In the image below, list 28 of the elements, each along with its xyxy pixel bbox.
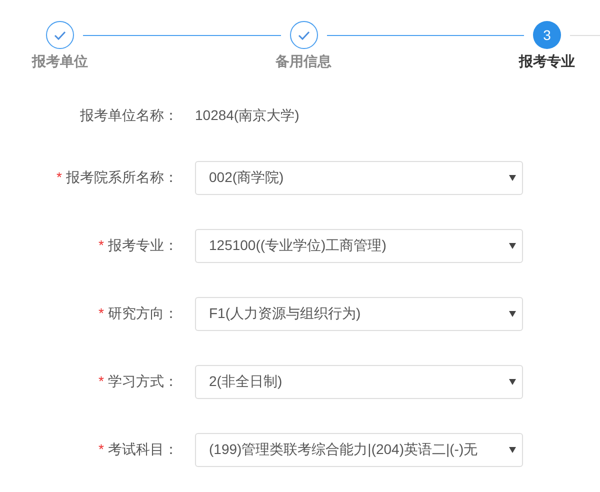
- field-label: 考试科目：: [108, 441, 178, 457]
- field-label: 报考单位名称：: [80, 107, 178, 123]
- required-mark: *: [56, 169, 62, 185]
- caret-icon: [509, 311, 516, 317]
- caret-icon: [509, 243, 516, 249]
- field-value: 10284(南京大学): [195, 107, 300, 125]
- step-label[interactable]: 备用信息: [276, 53, 332, 71]
- required-mark: *: [98, 305, 104, 321]
- field-label: 报考专业：: [108, 237, 178, 253]
- select-field[interactable]: (199)管理类联考综合能力|(204)英语二|(-)无: [195, 433, 523, 467]
- step-label[interactable]: 报考单位: [32, 53, 88, 71]
- field-label: 研究方向：: [108, 305, 178, 321]
- step-number: 3: [533, 21, 561, 49]
- required-mark: *: [98, 237, 104, 253]
- select-field[interactable]: 2(非全日制): [195, 365, 523, 399]
- required-mark: *: [98, 441, 104, 457]
- check-icon: [298, 30, 310, 40]
- select-field[interactable]: 002(商学院): [195, 161, 523, 195]
- check-icon: [54, 30, 66, 40]
- select-field[interactable]: 125100((专业学位)工商管理): [195, 229, 523, 263]
- required-mark: *: [98, 373, 104, 389]
- caret-icon: [509, 175, 516, 181]
- field-label: 学习方式：: [108, 373, 178, 389]
- caret-icon: [509, 447, 516, 453]
- step-label[interactable]: 报考专业: [519, 53, 575, 71]
- caret-icon: [509, 379, 516, 385]
- field-label: 报考院系所名称：: [66, 169, 178, 185]
- select-field[interactable]: F1(人力资源与组织行为): [195, 297, 523, 331]
